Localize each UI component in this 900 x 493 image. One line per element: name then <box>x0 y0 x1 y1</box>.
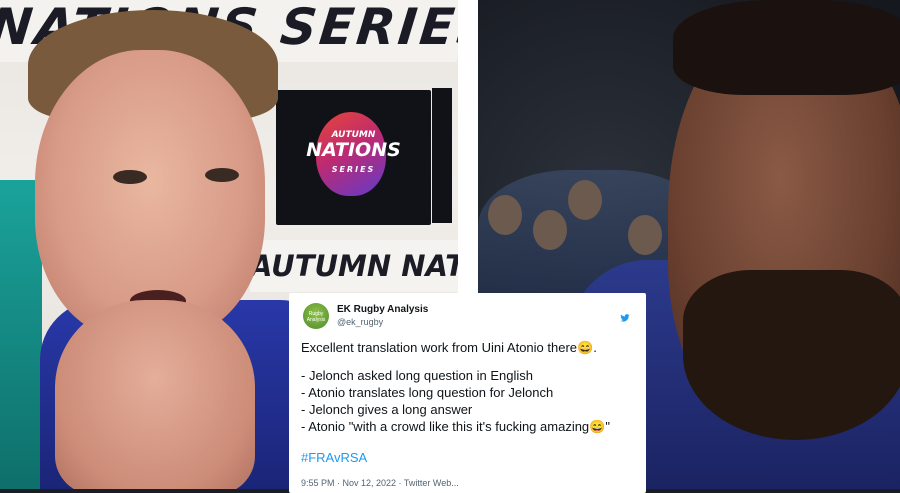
twitter-handle[interactable]: @ek_rugby <box>337 317 383 327</box>
tweet-line: Excellent translation work from Uini Ato… <box>301 340 597 355</box>
crowd-person <box>568 180 602 220</box>
twitter-bird-icon[interactable] <box>620 313 630 323</box>
autumn-nations-banner: AUTUMN NATIONS <box>250 240 458 292</box>
tweet-line: - Atonio translates long question for Je… <box>301 385 554 400</box>
embedded-tweet[interactable]: Rugby Analysis EK Rugby Analysis @ek_rug… <box>289 293 646 493</box>
player-hands <box>55 300 255 489</box>
logo-text: AUTUMN NATIONS SERIES <box>306 130 401 174</box>
tweet-line: - Jelonch gives a long answer <box>301 402 473 417</box>
tweet-line: - Atonio "with a crowd like this it's fu… <box>301 419 610 434</box>
hashtag-link[interactable]: #FRAvRSA <box>301 449 634 466</box>
tweet-timestamp[interactable]: 9:55 PM · Nov 12, 2022 · Twitter Web... <box>301 478 634 488</box>
avatar[interactable]: Rugby Analysis <box>303 303 329 329</box>
player-beard <box>683 270 900 440</box>
tweet-line-break <box>301 356 634 367</box>
display-name[interactable]: EK Rugby Analysis <box>337 304 428 315</box>
player-eye <box>205 168 239 182</box>
crowd-person <box>488 195 522 235</box>
crowd-person <box>628 215 662 255</box>
board-strip <box>432 88 452 223</box>
player-hair <box>673 0 900 95</box>
crowd-person <box>533 210 567 250</box>
tweet-header: Rugby Analysis EK Rugby Analysis @ek_rug… <box>301 299 634 335</box>
player-eye <box>113 170 147 184</box>
tweet-text: Excellent translation work from Uini Ato… <box>301 339 634 466</box>
tweet-line: - Jelonch asked long question in English <box>301 368 533 383</box>
autumn-nations-logo-board: AUTUMN NATIONS SERIES <box>276 90 431 225</box>
